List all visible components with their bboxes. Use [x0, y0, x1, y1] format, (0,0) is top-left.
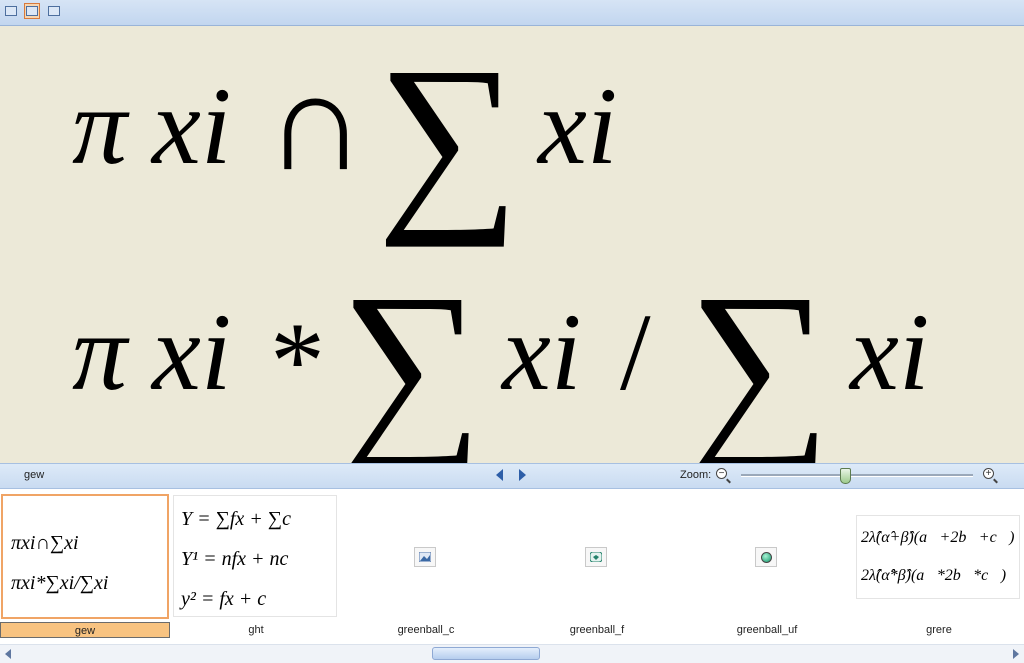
previous-arrow-icon[interactable]	[496, 469, 503, 481]
filmstrip-view-button[interactable]	[24, 3, 40, 19]
formula-image: π xi ∩ ∑ xi π xi * ∑ xi / ∑ xi	[72, 27, 929, 475]
formula-line2-times: *	[270, 300, 325, 422]
thumbnail-strip: πxi∩∑xi πxi*∑xi/∑xi gew Y = ∑fx + ∑c Y¹ …	[0, 489, 1024, 642]
slideshow-view-button[interactable]	[46, 3, 62, 19]
thumb-line: 2λ̂(α̂+β̂)(a⃗+2b⃗+c⃗)	[861, 529, 1014, 546]
thumbnail-image	[343, 495, 507, 619]
green-ball-icon	[755, 547, 777, 567]
thumbnail-image	[514, 495, 678, 619]
formula-line2-xi: xi	[150, 291, 231, 413]
thumbnail-label: greenball_f	[569, 624, 625, 636]
thumbnail-view-icon	[5, 6, 17, 16]
thumbnail-label: grere	[926, 624, 952, 636]
image-preview: π xi ∩ ∑ xi π xi * ∑ xi / ∑ xi	[0, 26, 1024, 475]
thumbnail-item-gew[interactable]: πxi∩∑xi πxi*∑xi/∑xi gew	[0, 489, 170, 639]
thumbnail-item-greenball-uf[interactable]: greenball_uf	[682, 489, 852, 639]
current-image-name: gew	[24, 469, 45, 481]
formula-line1-pi: π	[72, 65, 130, 187]
horizontal-scrollbar[interactable]	[0, 644, 1024, 663]
image-file-icon	[414, 547, 436, 567]
thumbnail-item-greenball-c[interactable]: greenball_c	[341, 489, 511, 639]
thumb-line: πxi*∑xi/∑xi	[11, 572, 108, 594]
thumb-line: 2λ̂(α̂*β̂)(a⃗*2b⃗*c⃗)	[861, 567, 1006, 584]
thumbnail-item-greenball-f[interactable]: greenball_f	[512, 489, 682, 639]
formula-line1-xi2: xi	[536, 65, 617, 187]
status-bar: gew Zoom: − +	[0, 463, 1024, 489]
thumb-line: y² = fx + c	[179, 588, 266, 610]
zoom-label: Zoom:	[680, 469, 712, 481]
thumbnail-label: gew	[0, 622, 170, 638]
zoom-slider-thumb[interactable]	[839, 468, 851, 484]
thumb-line: πxi∩∑xi	[11, 532, 79, 554]
thumbnail-item-grere[interactable]: 2λ̂(α̂+β̂)(a⃗+2b⃗+c⃗) 2λ̂(α̂*β̂)(a⃗*2b⃗*…	[854, 489, 1024, 639]
zoom-out-icon[interactable]: −	[716, 468, 727, 479]
thumbnail-image: Y = ∑fx + ∑c Y¹ = nfx + nc y² = fx + c	[173, 495, 337, 617]
thumbnail-item-ght[interactable]: Y = ∑fx + ∑c Y¹ = nfx + nc y² = fx + c g…	[171, 489, 341, 639]
scrollbar-thumb[interactable]	[431, 647, 540, 660]
filmstrip-view-icon	[26, 6, 38, 16]
image-file-icon	[585, 547, 607, 567]
scroll-left-icon[interactable]	[5, 649, 11, 659]
formula-line2-sum: ∑	[340, 254, 483, 463]
formula-line2-pi: π	[72, 291, 130, 413]
thumbnail-view-button[interactable]	[3, 3, 19, 19]
formula-line1-intersection: ∩	[265, 45, 366, 200]
formula-line2-xi2: xi	[500, 291, 581, 413]
formula-line2-slash: /	[620, 291, 651, 413]
thumbnail-image	[684, 495, 848, 619]
formula-line2-sum2: ∑	[688, 254, 831, 463]
next-arrow-icon[interactable]	[519, 469, 526, 481]
thumbnail-label: greenball_uf	[736, 624, 798, 636]
formula-line2-xi3: xi	[848, 291, 929, 413]
thumb-line: Y¹ = nfx + nc	[181, 548, 289, 570]
zoom-slider-track[interactable]	[741, 474, 973, 477]
thumbnail-image: 2λ̂(α̂+β̂)(a⃗+2b⃗+c⃗) 2λ̂(α̂*β̂)(a⃗*2b⃗*…	[856, 495, 1020, 619]
thumbnail-label: ght	[248, 624, 264, 636]
slideshow-view-icon	[48, 6, 60, 16]
thumbnail-label: greenball_c	[397, 624, 455, 636]
scroll-right-icon[interactable]	[1013, 649, 1019, 659]
formula-line1-xi: xi	[150, 65, 231, 187]
thumb-line: Y = ∑fx + ∑c	[181, 508, 291, 530]
toolbar	[0, 0, 1024, 26]
formula-line1-sum: ∑	[377, 27, 520, 248]
zoom-in-icon[interactable]: +	[983, 468, 994, 479]
thumbnail-image: πxi∩∑xi πxi*∑xi/∑xi	[1, 494, 169, 619]
